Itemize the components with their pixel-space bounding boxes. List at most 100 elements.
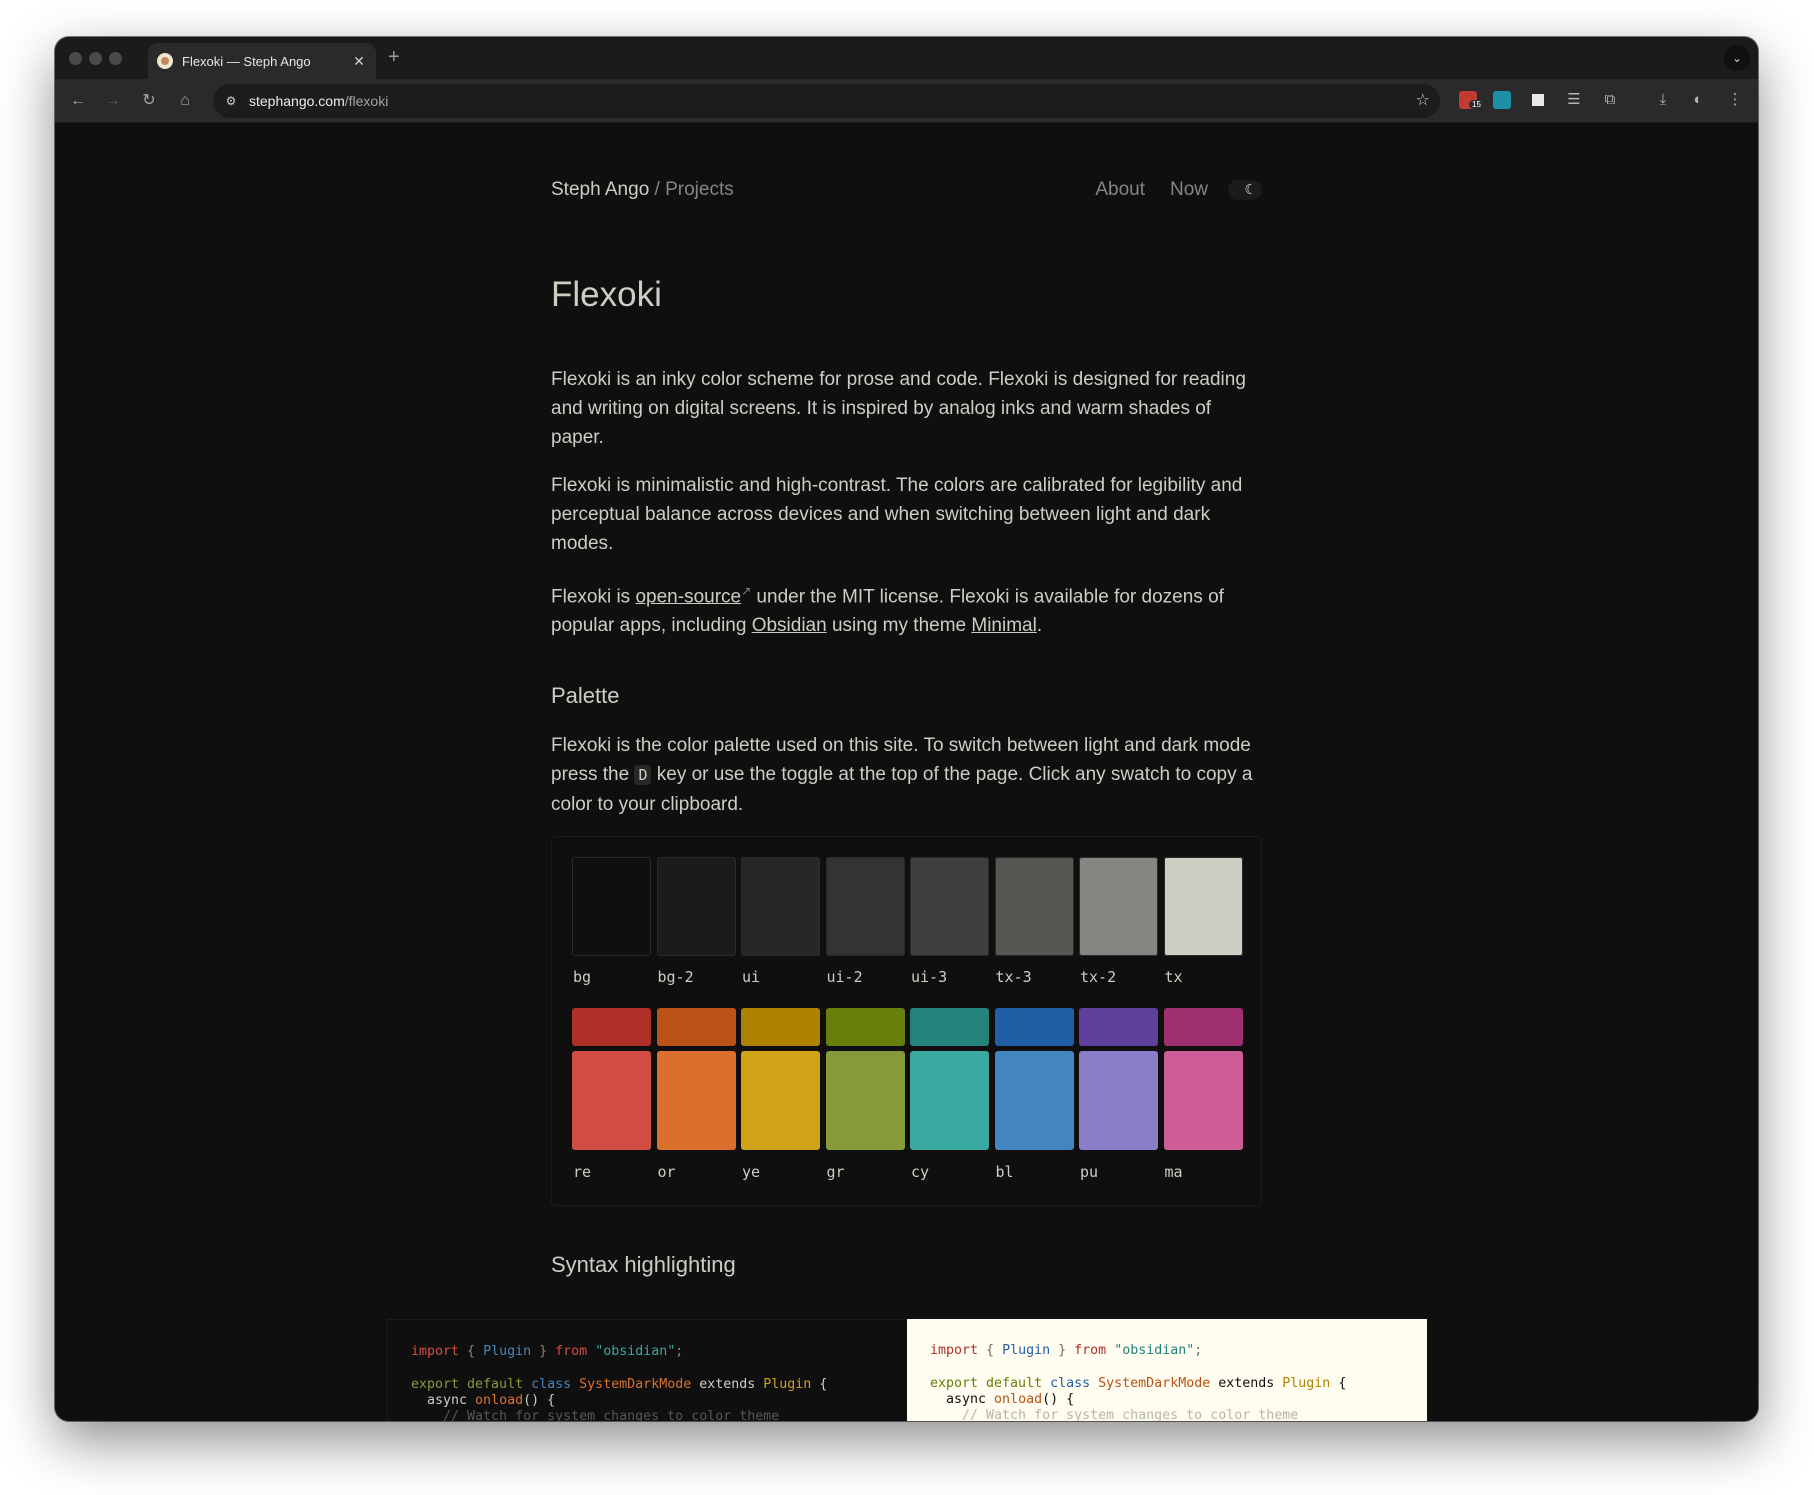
site-settings-icon[interactable]: ⚙: [213, 94, 249, 108]
code-sample-dark: import { Plugin } from "obsidian"; export…: [387, 1319, 907, 1421]
reading-list-icon[interactable]: ☰: [1563, 88, 1585, 112]
swatch-label: ye: [742, 1163, 761, 1181]
code-token: export default: [930, 1375, 1043, 1391]
code-line: export default class SystemDarkMode exte…: [930, 1376, 1427, 1392]
extensions-puzzle-icon[interactable]: ⧉: [1599, 88, 1621, 112]
address-bar[interactable]: ⚙ stephango.com/flexoki ☆: [213, 84, 1440, 118]
code-token: // Watch for system changes to color the…: [411, 1409, 780, 1421]
swatch-pu[interactable]: [1079, 1051, 1158, 1150]
swatch-bg-2[interactable]: [656, 857, 736, 956]
code-line: export default class SystemDarkMode exte…: [411, 1377, 907, 1393]
extension-grid-icon[interactable]: [1493, 91, 1511, 109]
back-arrow-icon[interactable]: ←: [65, 88, 91, 114]
url-host: stephango.com: [249, 93, 345, 109]
intro-paragraph: Flexoki is an inky color scheme for pros…: [551, 369, 1246, 448]
download-icon[interactable]: ⤓: [1652, 88, 1674, 112]
open-source-link[interactable]: open-source: [635, 586, 741, 607]
swatch-or[interactable]: [656, 1051, 736, 1150]
browser-menu-icon[interactable]: ⋮: [1724, 88, 1746, 112]
extension-badge: 15: [1469, 100, 1484, 109]
tab-title: Flexoki — Steph Ango: [182, 53, 311, 69]
swatch-label: tx-3: [995, 968, 1032, 986]
swatch-label: gr: [826, 1163, 845, 1181]
d-key: D: [634, 765, 652, 785]
swatch-ye[interactable]: [741, 1051, 820, 1150]
projects-link[interactable]: Projects: [665, 179, 734, 200]
minimize-window-button[interactable]: [89, 52, 102, 65]
swatch-label: ui-3: [911, 968, 948, 986]
swatch-label: re: [573, 1163, 592, 1181]
browser-tab[interactable]: Flexoki — Steph Ango ✕: [148, 43, 376, 79]
browser-window: Flexoki — Steph Ango ✕ + ⌄ ← → ↻ ⌂ ⚙ ste…: [55, 37, 1758, 1421]
palette-grid: bg bg-2 ui ui-2 ui-3 tx-3 tx-2 tx re or ye gr cy bl pu…: [551, 836, 1262, 1206]
browser-toolbar: ← → ↻ ⌂ ⚙ stephango.com/flexoki ☆ 15 ☰ ⧉…: [55, 79, 1758, 123]
code-token: extends: [1210, 1375, 1283, 1391]
swatch-gr-dark[interactable]: [825, 1008, 905, 1046]
swatch-ui[interactable]: [741, 857, 820, 956]
swatch-bl-dark[interactable]: [994, 1008, 1074, 1046]
swatch-label: ma: [1164, 1163, 1183, 1181]
swatch-or-dark[interactable]: [656, 1008, 736, 1046]
code-token: SystemDarkMode: [579, 1376, 692, 1392]
swatch-bg[interactable]: [572, 857, 651, 956]
code-token: SystemDarkMode: [1098, 1375, 1211, 1391]
code-token: async: [930, 1391, 995, 1407]
swatch-label: ui-2: [826, 968, 863, 986]
swatch-ma-dark[interactable]: [1163, 1008, 1243, 1046]
code-token: "obsidian": [595, 1344, 676, 1359]
code-token: from: [555, 1344, 588, 1359]
code-token: export default: [411, 1376, 524, 1392]
code-token: "obsidian": [1114, 1343, 1195, 1358]
contrast-paragraph: Flexoki is minimalistic and high-contras…: [551, 475, 1243, 554]
code-token: onload: [994, 1391, 1043, 1407]
maximize-window-button[interactable]: [109, 52, 122, 65]
nav-now-link[interactable]: Now: [1170, 179, 1208, 201]
swatch-ui-3[interactable]: [910, 857, 989, 956]
bookmark-star-icon[interactable]: ☆: [1416, 90, 1430, 110]
swatch-bl[interactable]: [994, 1051, 1074, 1150]
code-token: class: [531, 1376, 572, 1392]
code-token: ;: [1194, 1343, 1203, 1358]
swatch-re[interactable]: [572, 1051, 651, 1150]
code-line: import { Plugin } from "obsidian";: [930, 1343, 1427, 1359]
moon-icon: ☾: [1244, 181, 1257, 197]
swatch-pu-dark[interactable]: [1079, 1008, 1158, 1046]
swatch-ye-dark[interactable]: [741, 1008, 820, 1046]
external-link-icon: ↗: [741, 584, 752, 598]
swatch-tx-2[interactable]: [1079, 857, 1158, 956]
home-icon[interactable]: ⌂: [172, 88, 198, 114]
tab-close-icon[interactable]: ✕: [348, 53, 370, 70]
swatch-ma[interactable]: [1163, 1051, 1243, 1150]
syntax-heading: Syntax highlighting: [551, 1252, 736, 1277]
swatch-cy-dark[interactable]: [910, 1008, 989, 1046]
code-token: {: [459, 1344, 484, 1359]
code-line: async onload() {: [411, 1393, 907, 1409]
forward-arrow-icon[interactable]: →: [100, 88, 126, 114]
brand-link[interactable]: Steph Ango: [551, 179, 649, 200]
reload-icon[interactable]: ↻: [136, 88, 162, 114]
close-window-button[interactable]: [69, 52, 82, 65]
nav-about-link[interactable]: About: [1095, 179, 1145, 201]
swatch-label: cy: [911, 1163, 930, 1181]
extension-calendar-icon[interactable]: 15: [1459, 91, 1484, 109]
minimal-link[interactable]: Minimal: [971, 615, 1036, 636]
new-tab-button[interactable]: +: [388, 46, 400, 69]
swatch-cy[interactable]: [910, 1051, 989, 1150]
license-text: using my theme: [826, 615, 972, 637]
swatch-gr[interactable]: [825, 1051, 905, 1150]
swatch-tx[interactable]: [1163, 857, 1243, 956]
swatch-label: ui: [742, 968, 761, 986]
profile-icon[interactable]: ◐: [1687, 88, 1709, 112]
swatch-re-dark[interactable]: [572, 1008, 651, 1046]
notion-icon[interactable]: [1529, 91, 1547, 109]
obsidian-link[interactable]: Obsidian: [752, 615, 827, 636]
theme-toggle[interactable]: ☾: [1228, 180, 1262, 200]
swatch-tx-3[interactable]: [994, 857, 1074, 956]
swatch-ui-2[interactable]: [825, 857, 905, 956]
tab-search-chevron-icon[interactable]: ⌄: [1724, 45, 1750, 71]
code-token: () {: [1042, 1391, 1075, 1407]
code-samples: import { Plugin } from "obsidian"; export…: [387, 1319, 1428, 1421]
